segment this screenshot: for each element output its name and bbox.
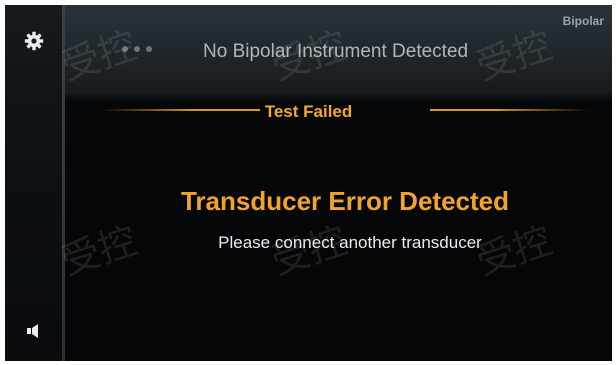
gear-icon[interactable]	[24, 31, 44, 51]
dot-icon	[146, 46, 152, 52]
mode-label[interactable]: Bipolar	[563, 14, 604, 28]
sidebar	[5, 5, 62, 361]
header-shadow	[65, 90, 612, 102]
watermark: 受控	[266, 218, 353, 284]
error-title: Transducer Error Detected	[180, 186, 509, 216]
speaker-icon[interactable]	[26, 323, 42, 339]
watermark: 受控	[56, 218, 143, 284]
device-screen: No Bipolar Instrument Detected Bipolar T…	[5, 5, 612, 361]
status-banner: Test Failed	[264, 102, 353, 121]
watermark: 受控	[471, 218, 558, 284]
